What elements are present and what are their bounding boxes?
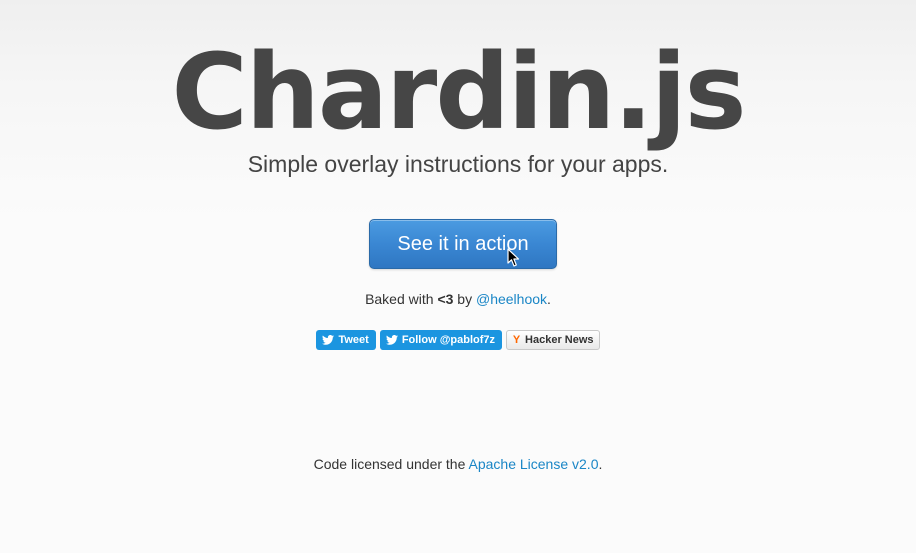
twitter-bird-icon xyxy=(385,335,398,345)
follow-button[interactable]: Follow @pablof7z xyxy=(379,330,503,350)
see-it-in-action-button[interactable]: See it in action xyxy=(369,219,557,269)
page: { "header": { "title": "Chardin.js", "su… xyxy=(0,0,916,553)
license-suffix: . xyxy=(598,456,603,472)
license-line: Code licensed under the Apache License v… xyxy=(0,455,916,473)
page-subtitle: Simple overlay instructions for your app… xyxy=(247,151,669,177)
credits-line: Baked with <3 by @heelhook. xyxy=(0,290,916,308)
social-buttons: Tweet Follow @pablof7z Y Hacker News xyxy=(0,330,916,350)
apache-license-link[interactable]: Apache License v2.0 xyxy=(469,456,599,472)
credits-suffix: . xyxy=(547,291,551,307)
mouse-pointer-icon xyxy=(507,248,520,267)
hacker-news-button[interactable]: Y Hacker News xyxy=(506,330,600,350)
author-link[interactable]: @heelhook xyxy=(476,291,547,307)
hacker-news-logo-icon: Y xyxy=(512,334,521,346)
twitter-bird-icon xyxy=(322,335,335,345)
credits-prefix: Baked with xyxy=(365,291,438,307)
follow-label: Follow @pablof7z xyxy=(401,334,496,346)
page-title: Chardin.js xyxy=(171,31,746,153)
credits-by: by xyxy=(453,291,476,307)
heart-text: <3 xyxy=(437,291,454,307)
tweet-button[interactable]: Tweet xyxy=(316,330,376,350)
license-prefix: Code licensed under the xyxy=(313,456,469,472)
tweet-label: Tweet xyxy=(338,334,369,346)
hacker-news-label: Hacker News xyxy=(525,334,594,346)
